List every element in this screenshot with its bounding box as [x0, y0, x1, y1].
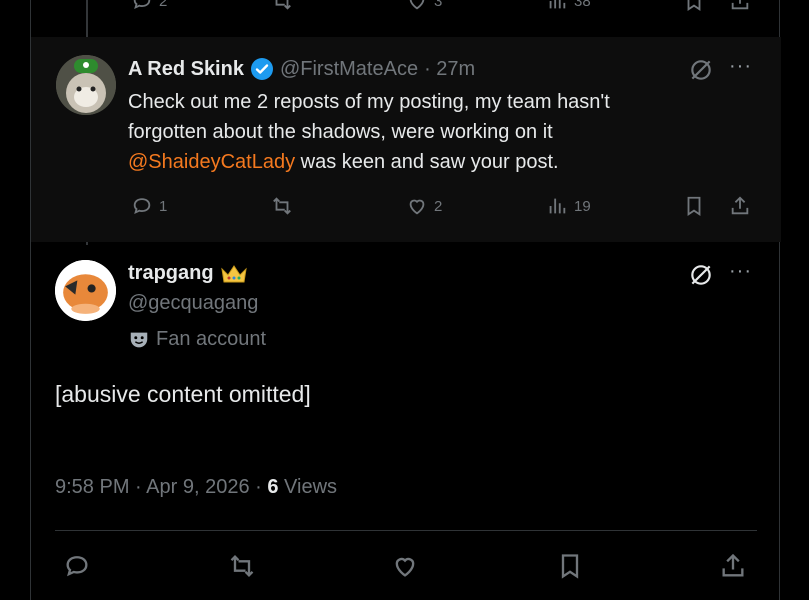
reply-icon	[133, 0, 151, 10]
repost-button[interactable]	[228, 552, 256, 580]
timeline-column: 2 3 38 A Red Skink @FirstMateAce · 27m ·…	[30, 0, 781, 600]
post-meta: 9:58 PM · Apr 9, 2026 · 6 Views	[55, 476, 337, 499]
mask-icon	[130, 332, 148, 347]
parent-post-header: A Red Skink @FirstMateAce · 27m	[128, 57, 475, 81]
reply-icon	[133, 198, 151, 215]
views-label: Views	[278, 476, 338, 498]
reply-icon	[66, 556, 88, 577]
reply-button[interactable]: 1	[131, 195, 167, 217]
repost-icon	[230, 555, 254, 577]
badge-label: Fan account	[156, 328, 267, 350]
views-icon	[549, 198, 566, 214]
avatar[interactable]	[55, 260, 116, 321]
views-icon	[549, 0, 566, 9]
fan-account-badge[interactable]: Fan account	[128, 328, 266, 351]
parent-post[interactable]: A Red Skink @FirstMateAce · 27m ··· Chec…	[31, 37, 781, 242]
like-button[interactable]: 2	[406, 195, 442, 217]
timestamp[interactable]: · 27m	[424, 58, 475, 81]
share-icon	[722, 553, 744, 577]
like-count: 2	[434, 197, 443, 215]
post-time[interactable]: 9:58 PM · Apr 9, 2026 ·	[55, 476, 267, 498]
handle[interactable]: @gecquagang	[128, 292, 258, 315]
text-line-rest: was keen and saw your post.	[295, 151, 559, 173]
grok-icon[interactable]	[688, 262, 714, 293]
bookmark-button[interactable]	[683, 0, 705, 12]
reply-count: 2	[159, 0, 168, 10]
reply-button[interactable]	[63, 552, 91, 580]
display-name[interactable]: A Red Skink	[128, 58, 244, 81]
repost-icon	[275, 0, 291, 10]
display-name[interactable]: trapgang	[128, 262, 214, 285]
bookmark-button[interactable]	[556, 552, 584, 580]
view-count: 19	[574, 197, 591, 215]
bookmark-icon	[561, 554, 579, 579]
previous-post-actions: 2 3 38	[31, 0, 781, 20]
bookmark-icon	[687, 196, 701, 216]
cat-avatar-image	[56, 55, 116, 115]
share-icon	[731, 196, 749, 215]
divider	[55, 530, 757, 531]
share-button[interactable]	[729, 195, 751, 217]
more-icon[interactable]: ···	[729, 260, 752, 283]
crown-icon	[220, 264, 247, 282]
bookmark-icon	[687, 0, 701, 11]
parent-post-text: Check out me 2 reposts of my posting, my…	[128, 87, 748, 177]
like-button[interactable]	[391, 552, 419, 580]
share-button[interactable]	[719, 552, 747, 580]
heart-icon	[395, 557, 415, 577]
repost-button[interactable]	[271, 0, 293, 12]
repost-button[interactable]	[271, 195, 293, 217]
verified-badge-icon	[250, 58, 273, 80]
like-button[interactable]: 3	[406, 0, 442, 12]
share-button[interactable]	[729, 0, 751, 12]
heart-icon	[409, 0, 425, 10]
more-icon[interactable]: ···	[729, 55, 752, 78]
text-line: forgotten about the shadows, were workin…	[128, 121, 553, 143]
main-post: trapgang @gecquagang Fan account ··· [ab…	[31, 242, 781, 600]
avatar[interactable]	[56, 55, 116, 115]
view-count: 38	[574, 0, 591, 10]
views-count: 6	[267, 476, 279, 498]
mention-link[interactable]: @ShaideyCatLady	[128, 151, 295, 173]
like-count: 3	[434, 0, 443, 10]
views-button[interactable]: 38	[546, 0, 591, 12]
bookmark-button[interactable]	[683, 195, 705, 217]
grok-icon[interactable]	[688, 57, 714, 88]
views-button[interactable]: 19	[546, 195, 591, 217]
text-line: @ShaideyCatLady was keen and saw your po…	[128, 147, 748, 177]
main-post-name-row: trapgang	[128, 262, 248, 285]
reply-count: 1	[159, 197, 168, 215]
trapinch-avatar-image	[55, 260, 116, 321]
share-icon	[731, 0, 749, 10]
main-post-handle-row: @gecquagang	[128, 292, 258, 315]
main-post-text: [abusive content omitted]	[55, 376, 765, 413]
heart-icon	[409, 199, 425, 215]
text-line: Check out me 2 reposts of my posting, my…	[128, 91, 610, 113]
handle[interactable]: @FirstMateAce	[280, 58, 418, 81]
text-line: [abusive content omitted]	[55, 381, 311, 407]
repost-icon	[273, 197, 291, 215]
reply-button[interactable]: 2	[131, 0, 167, 12]
